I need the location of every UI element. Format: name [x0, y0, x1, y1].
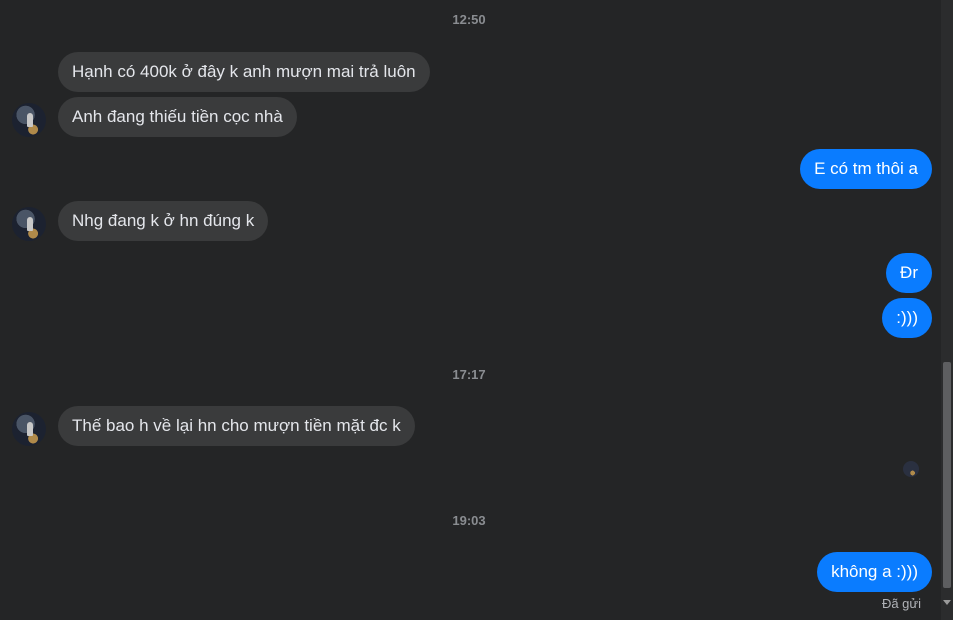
contact-avatar[interactable] — [12, 412, 46, 446]
incoming-message-bubble[interactable]: Nhg đang k ở hn đúng k — [58, 201, 269, 241]
contact-avatar[interactable] — [12, 207, 46, 241]
timestamp: 19:03 — [452, 513, 486, 528]
contact-avatar[interactable] — [12, 103, 46, 137]
incoming-message-bubble[interactable]: Thế bao h về lại hn cho mượn tiền mặt đc… — [58, 406, 415, 446]
message-status: Đã gửi — [881, 596, 921, 611]
incoming-message-bubble[interactable]: Anh đang thiếu tiền cọc nhà — [58, 97, 297, 137]
timestamp: 17:17 — [452, 367, 486, 382]
outgoing-message-bubble[interactable]: không a :))) — [817, 552, 932, 592]
outgoing-message-bubble[interactable]: E có tm thôi a — [800, 149, 932, 189]
timestamp: 12:50 — [452, 12, 486, 27]
incoming-message-bubble[interactable]: Hạnh có 400k ở đây k anh mượn mai trả lu… — [58, 52, 430, 92]
seen-receipt-avatar — [903, 461, 919, 477]
scroll-down-arrow-icon[interactable] — [943, 600, 951, 605]
scrollbar-thumb[interactable] — [943, 362, 951, 588]
scrollbar[interactable] — [941, 0, 953, 620]
outgoing-message-bubble[interactable]: :))) — [882, 298, 932, 338]
outgoing-message-bubble[interactable]: Đr — [886, 253, 932, 293]
